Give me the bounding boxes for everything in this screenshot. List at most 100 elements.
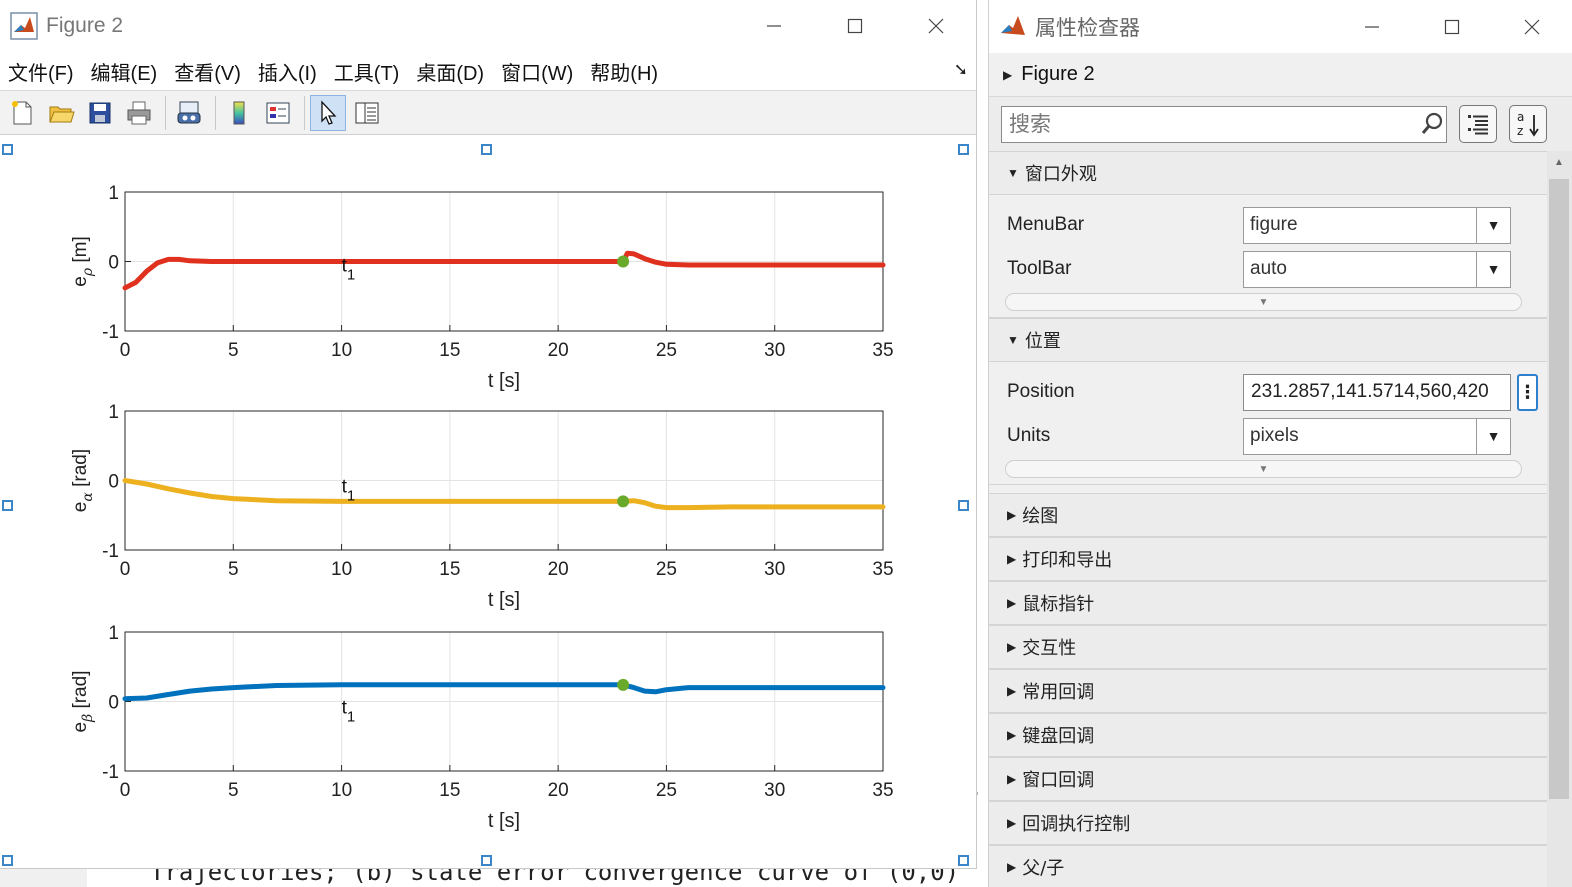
- save-icon: [89, 102, 111, 123]
- section-label: 回调执行控制: [1022, 814, 1131, 835]
- x-tick-label: 30: [764, 780, 785, 801]
- x-axis-label: t [s]: [488, 370, 520, 392]
- search-input[interactable]: [1009, 112, 1420, 136]
- legend-icon: [266, 102, 290, 123]
- menu-desktop[interactable]: 桌面(D): [416, 57, 484, 86]
- scroll-up-arrow-icon[interactable]: ▲: [1554, 157, 1564, 168]
- maximize-icon: [847, 18, 862, 34]
- expand-more-icon: ▼: [1258, 463, 1269, 475]
- inspector-title: 属性检查器: [1035, 16, 1140, 40]
- save-button[interactable]: [82, 95, 118, 131]
- open-file-button[interactable]: [43, 95, 79, 131]
- section-position[interactable]: ▼ 位置: [989, 318, 1547, 362]
- section-label: 交互性: [1022, 638, 1077, 659]
- section-common-callbacks[interactable]: ▶ 常用回调: [989, 669, 1547, 713]
- menu-edit[interactable]: 编辑(E): [91, 57, 158, 86]
- selection-handle-middle-right[interactable]: [958, 500, 969, 511]
- section-label: 窗口外观: [1024, 164, 1097, 185]
- selection-handle-bottom-left[interactable]: [2, 855, 13, 866]
- background-strip: [0, 868, 87, 887]
- menubar-dropdown[interactable]: figure ▼: [1243, 206, 1511, 244]
- object-selector-row[interactable]: ▶ Figure 2: [989, 53, 1572, 97]
- y-tick-label: 1: [108, 183, 119, 204]
- prop-row-units: Units pixels ▼: [989, 414, 1547, 458]
- colorbar-icon: [233, 101, 245, 124]
- section-label: 打印和导出: [1022, 550, 1113, 571]
- colorbar-button[interactable]: [221, 95, 257, 131]
- x-tick-label: 30: [764, 559, 785, 580]
- menu-view[interactable]: 查看(V): [174, 57, 241, 86]
- show-more-expander[interactable]: ▼: [1005, 293, 1522, 311]
- section-window-callbacks[interactable]: ▶ 窗口回调: [989, 757, 1547, 801]
- new-figure-button[interactable]: [4, 95, 40, 131]
- link-plot-icon: [177, 101, 201, 123]
- more-options-button[interactable]: ⋮: [1517, 373, 1538, 411]
- group-by-category-button[interactable]: [1459, 105, 1497, 143]
- section-window-appearance[interactable]: ▼ 窗口外观: [989, 151, 1547, 195]
- maximize-button[interactable]: [814, 0, 895, 52]
- close-button[interactable]: [1492, 1, 1572, 53]
- dropdown-value: figure: [1250, 214, 1298, 235]
- x-tick-label: 10: [331, 559, 352, 580]
- x-tick-label: 25: [656, 559, 677, 580]
- minimize-button[interactable]: [1332, 1, 1412, 53]
- inspector-property-list[interactable]: ▼ 窗口外观 MenuBar figure ▼ ToolBar auto ▼ ▼: [989, 151, 1547, 887]
- legend-button[interactable]: [260, 95, 296, 131]
- figure-window-controls: [733, 0, 976, 52]
- expand-triangle-icon[interactable]: ▶: [1003, 68, 1012, 82]
- inspector-titlebar[interactable]: 属性检查器: [989, 0, 1572, 53]
- close-icon: [928, 18, 943, 34]
- print-button[interactable]: [121, 95, 157, 131]
- property-inspector-button[interactable]: [349, 95, 385, 131]
- figure-plot-area[interactable]: 0 5 10 15 20 25 30 35 -1 0 1 t [s] eρ [m] t1 0 5 10 15 20 2…: [0, 136, 976, 869]
- section-keyboard-callbacks[interactable]: ▶ 键盘回调: [989, 713, 1547, 757]
- scrollbar-thumb[interactable]: [1549, 179, 1569, 799]
- chevron-down-icon[interactable]: ▼: [1476, 251, 1510, 287]
- selection-handle-middle-left[interactable]: [2, 500, 13, 511]
- x-tick-label: 5: [228, 559, 239, 580]
- expand-triangle-icon: ▶: [1007, 640, 1017, 654]
- switch-point-marker: [617, 495, 630, 508]
- section-print-export[interactable]: ▶ 打印和导出: [989, 537, 1547, 581]
- print-icon: [127, 101, 151, 124]
- selection-handle-bottom-center[interactable]: [481, 855, 492, 866]
- selection-handle-top-center[interactable]: [481, 144, 492, 155]
- x-axis-label: t [s]: [488, 810, 520, 832]
- expand-triangle-icon: ▶: [1007, 860, 1017, 874]
- y-tick-label: -1: [102, 322, 119, 343]
- menu-tools[interactable]: 工具(T): [334, 57, 400, 86]
- selection-handle-bottom-right[interactable]: [958, 855, 969, 866]
- menu-file[interactable]: 文件(F): [8, 57, 74, 86]
- search-field[interactable]: [1001, 105, 1447, 143]
- section-plotting[interactable]: ▶ 绘图: [989, 493, 1547, 537]
- menu-insert[interactable]: 插入(I): [258, 57, 317, 86]
- position-value-field[interactable]: 231.2857,141.5714,560,420: [1243, 373, 1511, 411]
- selection-handle-top-right[interactable]: [958, 144, 969, 155]
- menu-help[interactable]: 帮助(H): [590, 57, 658, 86]
- matlab-logo-icon: [1001, 15, 1025, 35]
- chevron-down-icon[interactable]: ▼: [1476, 207, 1510, 243]
- inspector-scrollbar[interactable]: ▲: [1547, 151, 1572, 887]
- switch-point-marker: [617, 678, 630, 691]
- maximize-button[interactable]: [1412, 1, 1492, 53]
- chevron-down-icon[interactable]: ▼: [1476, 418, 1510, 454]
- section-callback-execution[interactable]: ▶ 回调执行控制: [989, 801, 1547, 845]
- show-more-expander[interactable]: ▼: [1005, 460, 1522, 478]
- edit-plot-button[interactable]: [310, 94, 346, 131]
- toolbar-dropdown[interactable]: auto ▼: [1243, 250, 1511, 288]
- units-dropdown[interactable]: pixels ▼: [1243, 417, 1511, 455]
- menu-window[interactable]: 窗口(W): [501, 57, 573, 86]
- dock-figure-icon[interactable]: ➘: [954, 60, 968, 80]
- selection-handle-top-left[interactable]: [2, 144, 13, 155]
- dropdown-value: pixels: [1250, 425, 1299, 446]
- link-plot-button[interactable]: [171, 95, 207, 131]
- minimize-button[interactable]: [733, 0, 814, 52]
- x-tick-label: 35: [872, 780, 893, 801]
- figure-titlebar[interactable]: Figure 2: [0, 0, 976, 52]
- section-mouse-pointer[interactable]: ▶ 鼠标指针: [989, 581, 1547, 625]
- section-interactivity[interactable]: ▶ 交互性: [989, 625, 1547, 669]
- close-button[interactable]: [895, 0, 976, 52]
- sort-alphabetical-button[interactable]: a z: [1509, 105, 1547, 143]
- section-parent-child[interactable]: ▶ 父/子: [989, 845, 1547, 887]
- x-tick-label: 10: [331, 780, 352, 801]
